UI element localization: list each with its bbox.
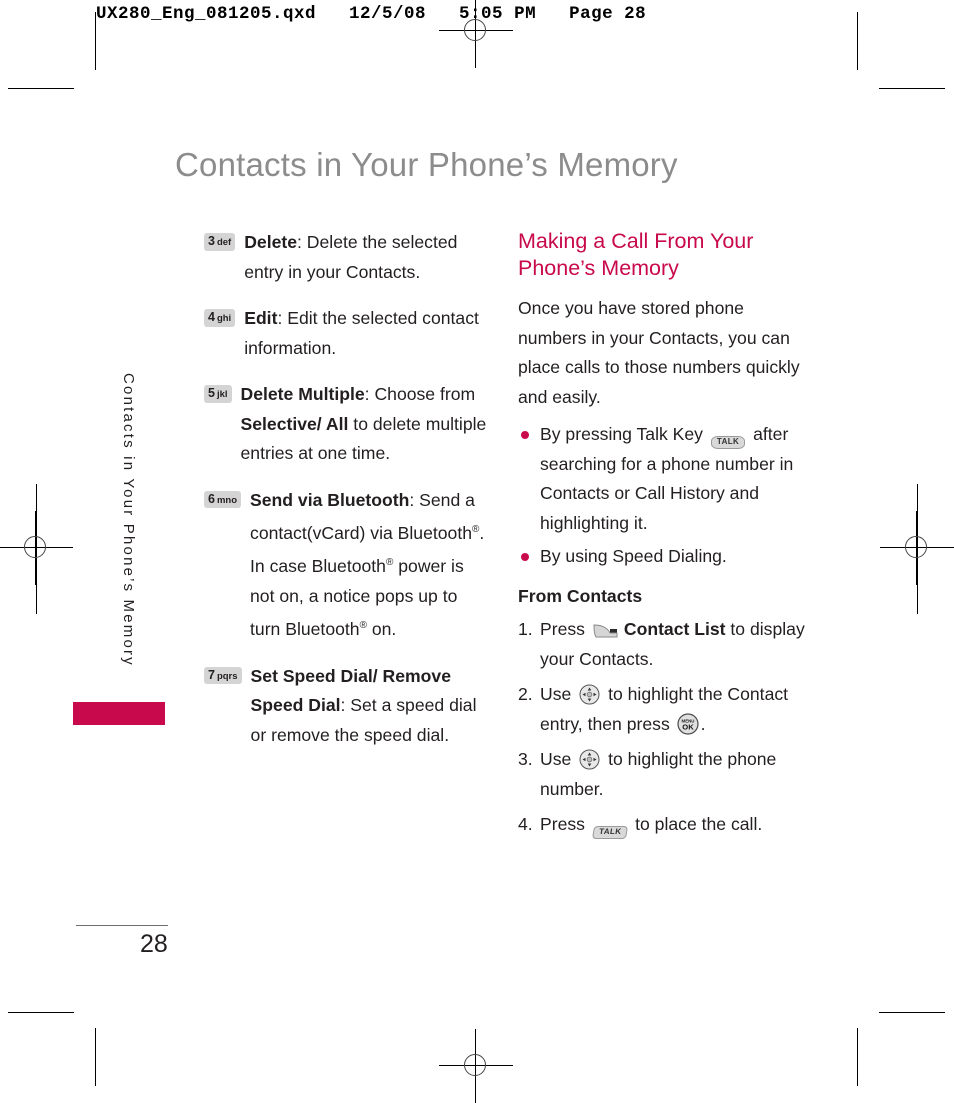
step-text-after: to place the call.: [630, 814, 763, 834]
svg-text:OK: OK: [682, 722, 694, 731]
list-item-term: Delete Multiple: [240, 384, 365, 404]
keycap-letters: pqrs: [216, 670, 238, 682]
list-item: 4. Press TALK to place the call.: [518, 810, 810, 840]
trim-mark-right-vertical: [857, 12, 858, 70]
list-item: 7 pqrs Set Speed Dial/ Remove Speed Dial:…: [204, 662, 489, 751]
navigation-key-icon: [579, 684, 600, 705]
step-text: Use to highlight the Contact entry, then…: [540, 680, 810, 739]
list-item-text: Delete Multiple: Choose from Selective/ …: [241, 380, 489, 469]
trim-mark-left-vertical: [95, 12, 96, 70]
step-text: Use to highlight the phone number.: [540, 745, 810, 804]
step-text-before: Press: [540, 619, 590, 639]
trim-mark-top-right: [879, 88, 945, 89]
list-item-term: Delete: [244, 232, 298, 252]
list-item-term: Edit: [244, 308, 278, 328]
trim-mark-top-left: [8, 88, 74, 89]
registration-mark-top: [439, 0, 513, 68]
keycap-letters: mno: [216, 494, 238, 506]
keycap-letters: jkl: [216, 389, 228, 400]
step-number: 1.: [518, 619, 533, 639]
navigation-key-icon: [579, 749, 600, 770]
trim-mark-left-vertical-bottom: [95, 1028, 96, 1086]
intro-paragraph: Once you have stored phone numbers in yo…: [518, 298, 800, 407]
list-item: 1. Press Contact List to display your Co…: [518, 615, 810, 674]
footer-rule: [76, 925, 168, 926]
list-item-desc: : Send a contact(vCard) via Bluetooth®. …: [250, 489, 485, 640]
prepress-header: UX280_Eng_081205.qxd 12/5/08 5:05 PM Pag…: [96, 4, 647, 24]
step-text-before: Use: [540, 749, 577, 769]
trim-mark-bottom-left: [8, 1012, 74, 1013]
step-number: 2.: [518, 684, 533, 704]
list-item-term-2: Selective/ All: [240, 413, 349, 434]
list-item-text: Set Speed Dial/ Remove Speed Dial: Set a…: [251, 662, 489, 751]
keypad-3-icon: 3 def: [204, 233, 236, 251]
step-text-before: Press: [540, 814, 590, 834]
keypad-4-icon: 4 ghi: [204, 309, 236, 327]
side-tab-label: Contacts in Your Phone’s Memory: [120, 373, 137, 667]
keycap-number: 4: [208, 310, 215, 324]
list-item-desc: : Edit the selected contact information.: [244, 308, 479, 358]
step-text: Press TALK to place the call.: [540, 810, 810, 840]
soft-key-icon: [593, 619, 619, 638]
list-item-text: Send via Bluetooth: Send a contact(vCard…: [250, 486, 489, 645]
list-item: By using Speed Dialing.: [518, 542, 810, 572]
right-column: Making a Call From Your Phone’s Memory O…: [518, 228, 810, 846]
keycap-number: 6: [208, 491, 215, 506]
list-item: 3. Use to highlight the phone number.: [518, 745, 810, 804]
list-item-term: Send via Bluetooth: [250, 489, 410, 510]
keycap-letters: def: [216, 237, 232, 248]
bullet-text-before: By pressing Talk Key: [540, 424, 708, 444]
talk-key-icon: TALK: [710, 436, 746, 449]
bullet-list: By pressing Talk Key TALK after searchin…: [518, 420, 810, 572]
registration-mark-left: [0, 511, 73, 585]
list-item: By pressing Talk Key TALK after searchin…: [518, 420, 810, 538]
bullet-dot-icon: [521, 553, 529, 561]
section-heading: Making a Call From Your Phone’s Memory: [518, 229, 754, 280]
list-item-desc: : Choose from: [364, 384, 476, 404]
step-text-after: .: [700, 713, 706, 734]
registration-mark-bottom: [439, 1029, 513, 1103]
talk-key-icon: TALK: [591, 826, 629, 839]
step-text: Press Contact List to display your Conta…: [540, 615, 810, 674]
page-number: 28: [140, 930, 168, 958]
registration-mark-right: [880, 511, 954, 585]
keycap-number: 5: [208, 386, 215, 400]
step-text-mid: to highlight the Contact entry, then pre…: [540, 684, 789, 734]
list-item-text: Edit: Edit the selected contact informat…: [244, 304, 489, 363]
trim-mark-right-vertical-bottom: [857, 1028, 858, 1086]
bullet-text: By using Speed Dialing.: [540, 546, 727, 566]
keypad-7-icon: 7 pqrs: [204, 666, 242, 685]
list-item: 6 mno Send via Bluetooth: Send a contact(…: [204, 486, 489, 645]
keycap-letters: ghi: [216, 313, 232, 324]
step-number: 4.: [518, 814, 533, 834]
step-text-bold: Contact List: [623, 619, 726, 639]
keycap-number: 7: [208, 667, 215, 682]
left-column: 3 def Delete: Delete the selected entry i…: [204, 228, 489, 767]
keypad-6-icon: 6 mno: [204, 490, 242, 508]
page-title: Contacts in Your Phone’s Memory: [175, 146, 678, 183]
keypad-5-icon: 5 jkl: [204, 385, 232, 403]
side-tab-block: [73, 702, 165, 725]
list-item: 5 jkl Delete Multiple: Choose from Select…: [204, 380, 489, 469]
keycap-number: 3: [208, 234, 215, 248]
bullet-text: By pressing Talk Key TALK after searchin…: [540, 420, 810, 538]
list-item: 3 def Delete: Delete the selected entry i…: [204, 228, 489, 287]
trim-mark-bottom-right: [879, 1012, 945, 1013]
subheading: From Contacts: [518, 585, 643, 606]
bullet-dot-icon: [521, 431, 529, 439]
list-item: 2. Use to highlight the Contact entry, t…: [518, 680, 810, 739]
list-item-text: Delete: Delete the selected entry in you…: [244, 228, 489, 287]
step-text-before: Use: [540, 684, 577, 704]
menu-ok-key-icon: MENU OK: [677, 712, 699, 735]
step-number: 3.: [518, 749, 533, 769]
list-item: 4 ghi Edit: Edit the selected contact inf…: [204, 304, 489, 363]
